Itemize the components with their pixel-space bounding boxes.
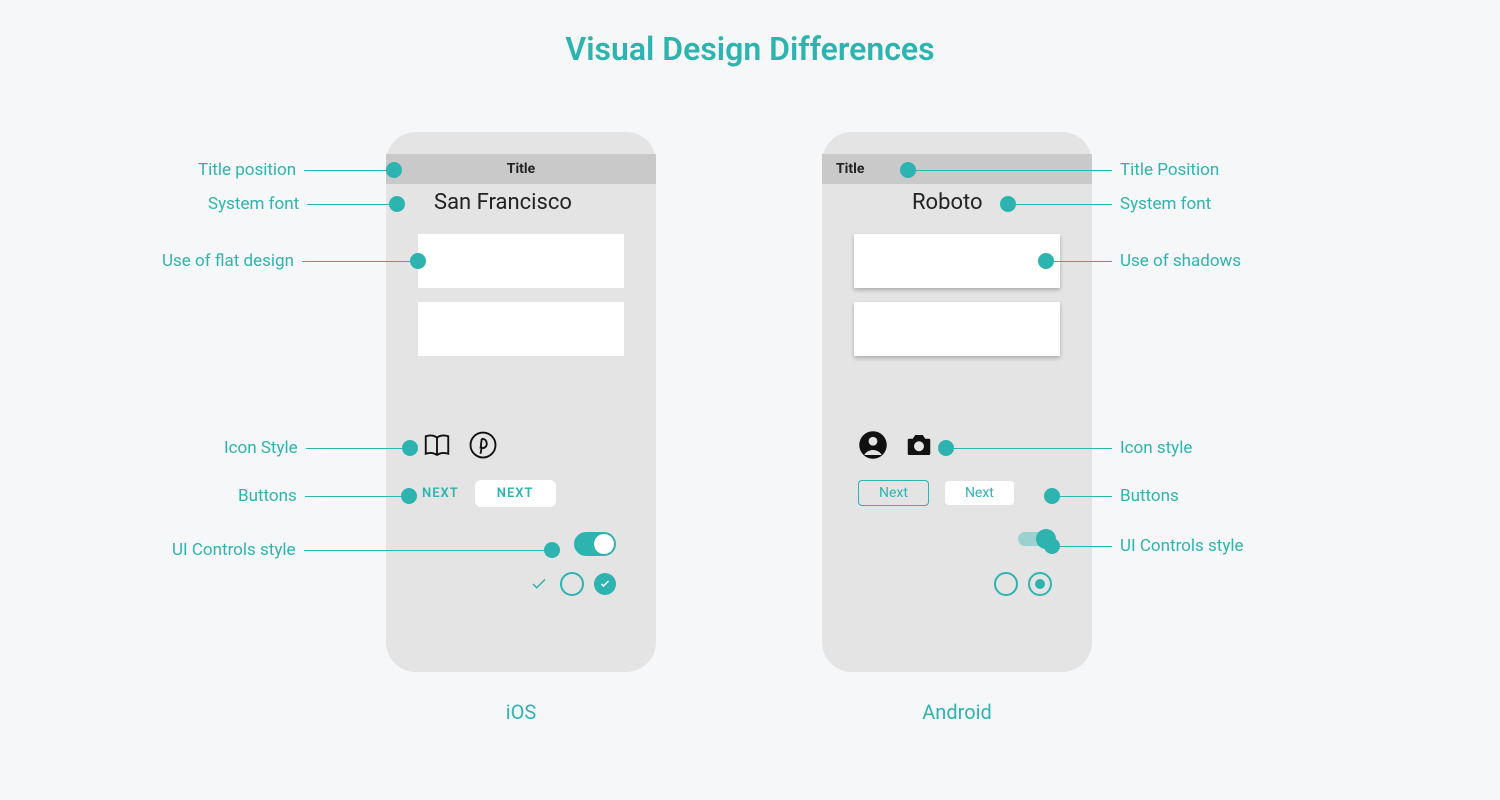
annotation-ios-ui-controls: UI Controls style (172, 540, 560, 560)
android-fill-button[interactable]: Next (945, 481, 1014, 505)
android-radio-unchecked[interactable] (994, 572, 1018, 596)
annotation-ios-icon-style: Icon Style (224, 438, 418, 458)
checkmark-icon[interactable] (528, 573, 550, 595)
ios-phone-mock: Title San Francisco NEXT NEXT (386, 132, 656, 672)
annotation-android-icon-style: Icon style (938, 438, 1192, 458)
android-title-text: Title (836, 161, 864, 177)
ios-title-bar: Title (386, 154, 656, 184)
annotation-android-buttons: Buttons (1044, 486, 1179, 506)
annotation-android-shadows: Use of shadows (1038, 251, 1241, 271)
ios-controls-row (574, 532, 616, 556)
annotation-android-system-font: System font (1000, 194, 1211, 214)
android-button-row: Next Next (858, 480, 1014, 506)
annotation-ios-flat-design: Use of flat design (162, 251, 426, 271)
ios-toggle-switch[interactable] (574, 532, 616, 556)
book-outline-icon (422, 430, 452, 464)
pinterest-outline-icon (468, 430, 498, 464)
android-card-shadow (854, 302, 1060, 356)
android-outline-button[interactable]: Next (858, 480, 929, 506)
ios-title-text: Title (507, 161, 535, 177)
android-system-font-label: Roboto (912, 190, 983, 215)
android-card-shadow (854, 234, 1060, 288)
android-icon-row (858, 430, 934, 464)
ios-check-row (528, 572, 616, 596)
ios-card-flat (418, 234, 624, 288)
account-circle-icon (858, 430, 888, 464)
android-platform-label: Android (822, 700, 1092, 724)
android-radio-row (994, 572, 1052, 596)
page-title: Visual Design Differences (0, 30, 1500, 68)
ios-radio-unchecked[interactable] (560, 572, 584, 596)
camera-icon (904, 430, 934, 464)
android-radio-checked[interactable] (1028, 572, 1052, 596)
ios-system-font-label: San Francisco (434, 190, 572, 215)
ios-platform-label: iOS (386, 700, 656, 724)
ios-raised-button[interactable]: NEXT (475, 480, 556, 507)
ios-flat-button[interactable]: NEXT (422, 486, 459, 501)
annotation-ios-system-font: System font (208, 194, 405, 214)
annotation-android-title-position: Title Position (900, 160, 1219, 180)
ios-card-flat (418, 302, 624, 356)
annotation-android-ui-controls: UI Controls style (1044, 536, 1244, 556)
ios-icon-row (422, 430, 498, 464)
annotation-ios-title-position: Title position (198, 160, 402, 180)
ios-radio-checked[interactable] (594, 573, 616, 595)
ios-button-row: NEXT NEXT (422, 480, 556, 507)
annotation-ios-buttons: Buttons (238, 486, 417, 506)
